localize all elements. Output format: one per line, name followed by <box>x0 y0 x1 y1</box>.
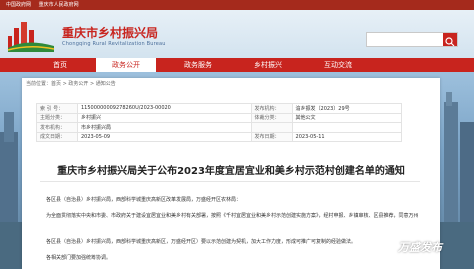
meta-key: 索 引 号： <box>36 103 78 114</box>
meta-key: 成文日期： <box>36 131 78 142</box>
meta-row: 索 引 号： 11500000009278260U/2023-00020 发布机… <box>36 103 403 114</box>
site-name: 重庆市乡村振兴局 <box>62 26 159 40</box>
meta-value: 渝乡振发〔2023〕29号 <box>291 103 403 114</box>
meta-value: 乡村振兴 <box>77 112 252 123</box>
site-header: 重庆市乡村振兴局 Chongqing Rural Revitalization … <box>0 10 474 58</box>
nav-item-interaction[interactable]: 互动交流 <box>308 58 368 72</box>
meta-value: 市乡村振兴局 <box>77 122 252 133</box>
site-subtitle: Chongqing Rural Revitalization Bureau <box>62 41 166 47</box>
article-paragraph: 为全面贯彻落实中央和市委、市政府关于建设宜居宜业和美乡村有关部署，按照《千村宜居… <box>46 213 418 219</box>
article-paragraph: 各相关部门要加强统筹协调。 <box>46 255 112 261</box>
meta-row: 成文日期： 2023-05-09 发布日期： 2023-05-11 <box>36 131 403 142</box>
nav-item-gov-affairs[interactable]: 政务公开 <box>96 58 156 72</box>
meta-row: 发布机构： 市乡村振兴局 <box>36 122 403 133</box>
meta-row: 主题分类： 乡村振兴 体裁分类： 其他公文 <box>36 112 403 123</box>
meta-key: 主题分类： <box>36 112 78 123</box>
meta-key: 发布机构： <box>36 122 78 133</box>
meta-key <box>250 122 293 133</box>
meta-value: 11500000009278260U/2023-00020 <box>77 103 252 114</box>
watermark: 万盛发布 <box>398 241 442 254</box>
article-title: 重庆市乡村振兴局关于公布2023年度宜居宜业和美乡村示范村创建名单的通知 <box>57 166 405 177</box>
top-link-strip: 中国政府网 重庆市人民政府网 <box>0 0 474 10</box>
top-link[interactable]: 重庆市人民政府网 <box>39 2 79 8</box>
search-button[interactable] <box>443 33 457 47</box>
meta-value: 2023-05-11 <box>291 131 403 142</box>
title-divider <box>40 181 420 182</box>
meta-key: 体裁分类： <box>250 112 293 123</box>
article-paragraph: 各区县（自治县）乡村振兴局，西部科学城重庆高新区，万盛经开区）要以示范创建为契机… <box>46 239 357 245</box>
main-nav: 首页 政务公开 政务服务 乡村振兴 互动交流 <box>0 58 474 72</box>
top-link[interactable]: 中国政府网 <box>6 2 31 8</box>
search-icon <box>445 37 455 47</box>
breadcrumb: 当前位置：首页 > 政务公开 > 通知公告 <box>26 81 116 87</box>
search-input[interactable] <box>366 32 458 47</box>
nav-item-rural[interactable]: 乡村振兴 <box>238 58 298 72</box>
article-paragraph: 各区县（自治县）乡村振兴局，西部科学城重庆高新区改革发展局，万盛经开区农林局： <box>46 197 242 203</box>
nav-item-home[interactable]: 首页 <box>30 58 90 72</box>
document-meta-table: 索 引 号： 11500000009278260U/2023-00020 发布机… <box>36 103 403 142</box>
nav-item-services[interactable]: 政务服务 <box>168 58 228 72</box>
meta-value: 其他公文 <box>291 112 403 123</box>
meta-key: 发布机构： <box>250 103 293 114</box>
meta-value <box>291 122 403 133</box>
meta-value: 2023-05-09 <box>77 131 252 142</box>
meta-key: 发布日期： <box>250 131 293 142</box>
bureau-logo-icon <box>7 22 55 52</box>
